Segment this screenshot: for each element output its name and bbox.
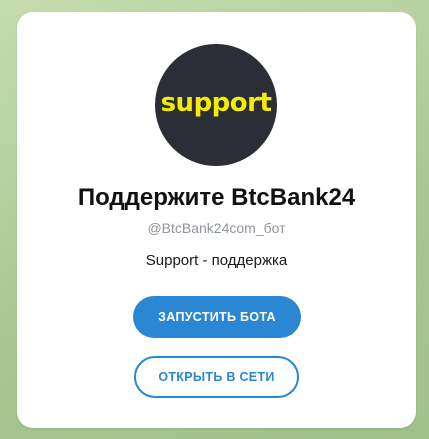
open-web-button[interactable]: ОТКРЫТЬ В СЕТИ <box>134 356 299 398</box>
bot-profile-card: support Поддержите BtcBank24 @BtcBank24c… <box>17 12 416 428</box>
bot-username: @BtcBank24com_бот <box>147 220 286 236</box>
avatar-logo-text: support <box>160 88 272 118</box>
bot-avatar: support <box>155 44 277 166</box>
start-bot-button[interactable]: ЗАПУСТИТЬ БОТА <box>133 296 301 338</box>
bot-description: Support - поддержка <box>145 252 288 269</box>
bot-title: Поддержите BtcBank24 <box>77 184 356 211</box>
